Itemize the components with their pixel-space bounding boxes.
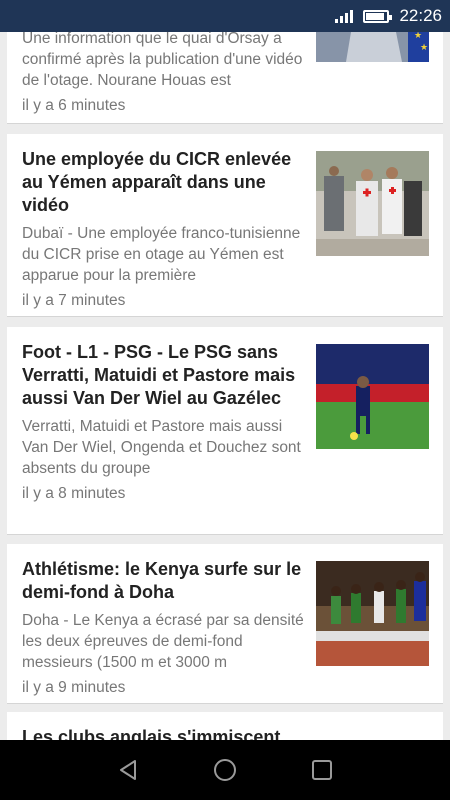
article-summary: Verratti, Matuidi et Pastore mais aussi …: [22, 418, 301, 477]
status-bar: 22:26: [0, 0, 450, 32]
article-title[interactable]: Foot - L1 - PSG - Le PSG sans Verratti, …: [22, 341, 304, 410]
red-cross-workers-thumbnail[interactable]: [316, 151, 429, 256]
article-summary: Une information que le quai d'Orsay a co…: [22, 32, 303, 89]
article-time: il y a 7 minutes: [22, 292, 126, 309]
signal-icon: [335, 9, 354, 23]
news-card[interactable]: Une employée du CICR enlevée au Yémen ap…: [7, 134, 443, 317]
news-card[interactable]: Les clubs anglais s'immiscent: [7, 712, 443, 740]
article-time: il y a 6 minutes: [22, 97, 126, 114]
article-title[interactable]: Athlétisme: le Kenya surfe sur le demi-f…: [22, 558, 304, 604]
runners-thumbnail[interactable]: [316, 561, 429, 666]
svg-text:★: ★: [414, 32, 422, 41]
news-feed[interactable]: Une information que le quai d'Orsay a co…: [0, 32, 450, 740]
news-card[interactable]: Une information que le quai d'Orsay a co…: [7, 32, 443, 124]
article-summary: Doha - Le Kenya a écrasé par sa densité …: [22, 612, 304, 671]
navigation-bar: [0, 740, 450, 800]
football-player-thumbnail[interactable]: [316, 344, 429, 449]
svg-text:★: ★: [420, 43, 428, 53]
article-title[interactable]: Les clubs anglais s'immiscent: [22, 726, 304, 740]
home-icon[interactable]: [205, 750, 245, 790]
back-icon[interactable]: [108, 750, 148, 790]
clock: 22:26: [399, 6, 442, 25]
portrait-thumbnail[interactable]: ★ ★: [316, 32, 429, 62]
article-summary: Dubaï - Une employée franco-tunisienne d…: [22, 225, 301, 284]
recents-icon[interactable]: [302, 750, 342, 790]
news-card[interactable]: Foot - L1 - PSG - Le PSG sans Verratti, …: [7, 327, 443, 535]
article-time: il y a 8 minutes: [22, 485, 126, 502]
article-time: il y a 9 minutes: [22, 679, 126, 696]
news-card[interactable]: Athlétisme: le Kenya surfe sur le demi-f…: [7, 544, 443, 704]
article-title[interactable]: Une employée du CICR enlevée au Yémen ap…: [22, 148, 304, 217]
battery-icon: [363, 9, 393, 23]
